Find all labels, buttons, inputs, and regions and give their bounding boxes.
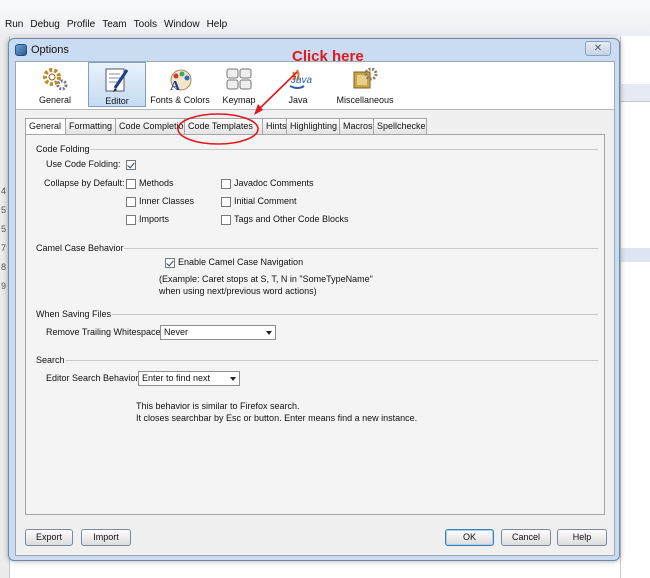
menu-help[interactable]: Help [206,19,229,30]
camel-case-example-2: when using next/previous word actions) [159,286,317,296]
dialog-client-area: General Editor A Fonts & Colors Keymap J… [15,61,615,556]
search-description-2: It closes searchbar by Esc or button. En… [136,413,418,423]
initial-comment-checkbox[interactable] [221,197,231,207]
menu-debug[interactable]: Debug [29,19,60,30]
category-label: Keymap [222,95,256,105]
menu-profile[interactable]: Profile [66,19,96,30]
general-gear-icon [41,66,69,92]
category-toolbar: General Editor A Fonts & Colors Keymap J… [16,62,614,110]
general-tab-panel: Code Folding Use Code Folding: Collapse … [25,134,605,515]
java-logo-text: Java [291,75,313,86]
tab-code-templates[interactable]: Code Templates [184,118,263,134]
category-label: Java [288,95,308,105]
category-label: General [38,95,72,105]
trailing-whitespace-value: Never [164,327,189,337]
methods-label: Methods [139,178,174,188]
trailing-whitespace-label: Remove Trailing Whitespace [46,327,161,337]
miscellaneous-icon [351,66,379,92]
menu-run[interactable]: Run [4,19,24,30]
section-divider [112,314,598,315]
tags-code-blocks-checkbox[interactable] [221,215,231,225]
camel-case-checkbox[interactable] [165,258,175,268]
category-fonts-colors[interactable]: A Fonts & Colors [148,62,212,107]
export-button[interactable]: Export [25,529,73,546]
ide-menubar: Run Debug Profile Team Tools Window Help [0,0,650,36]
fonts-colors-icon: A [166,66,194,92]
ide-menu: Run Debug Profile Team Tools Window Help [4,19,228,30]
help-button[interactable]: Help [557,529,607,546]
tab-highlighting[interactable]: Highlighting [286,118,340,134]
tab-formatting[interactable]: Formatting [65,118,116,134]
category-label: Editor [105,96,129,106]
tab-macros[interactable]: Macros [339,118,374,134]
methods-checkbox[interactable] [126,179,136,189]
options-dialog: Options ✕ General Editor A Fonts & Color… [8,38,620,561]
category-label: Fonts & Colors [150,95,210,105]
section-camel-case: Camel Case Behavior [36,243,124,253]
section-search: Search [36,355,65,365]
chevron-down-icon [266,331,272,335]
section-saving-files: When Saving Files [36,309,112,319]
keymap-icon [225,66,253,92]
search-behavior-label: Editor Search Behavior [46,373,139,383]
menu-tools[interactable]: Tools [133,19,158,30]
cancel-button[interactable]: Cancel [501,529,551,546]
tab-spellchecker[interactable]: Spellchecker [373,118,427,134]
use-code-folding-checkbox[interactable] [126,160,136,170]
category-label: Miscellaneous [336,95,394,105]
section-divider [124,248,598,249]
use-code-folding-label: Use Code Folding: [46,159,121,169]
category-editor[interactable]: Editor [88,62,146,107]
search-behavior-value: Enter to find next [142,373,211,383]
close-button[interactable]: ✕ [585,41,611,56]
editor-tabs: General Formatting Code Completion Code … [25,118,427,135]
category-miscellaneous[interactable]: Miscellaneous [334,62,396,107]
dialog-title: Options [31,44,69,56]
menu-window[interactable]: Window [163,19,201,30]
camel-case-example: (Example: Caret stops at S, T, N in "Som… [159,274,373,284]
panel-header [621,84,650,102]
tab-hints[interactable]: Hints [262,118,287,134]
click-here-annotation: Click here [292,48,364,65]
javadoc-comments-label: Javadoc Comments [234,178,314,188]
section-divider [66,360,598,361]
section-code-folding: Code Folding [36,144,90,154]
trailing-whitespace-select[interactable]: Never [160,325,276,340]
section-divider [90,149,598,150]
chevron-down-icon [230,377,236,381]
menu-team[interactable]: Team [101,19,127,30]
imports-checkbox[interactable] [126,215,136,225]
category-keymap[interactable]: Keymap [214,62,264,107]
netbeans-app-icon [15,44,27,56]
category-general[interactable]: General [24,62,86,107]
ok-button[interactable]: OK [445,529,494,546]
inner-classes-label: Inner Classes [139,196,195,206]
tab-general[interactable]: General [25,118,66,135]
import-button[interactable]: Import [81,529,131,546]
search-behavior-select[interactable]: Enter to find next [138,371,240,386]
javadoc-comments-checkbox[interactable] [221,179,231,189]
editor-icon [103,67,131,93]
ide-side-panel [620,36,650,578]
initial-comment-label: Initial Comment [234,196,297,206]
tags-code-blocks-label: Tags and Other Code Blocks [234,214,349,224]
collapse-by-default-label: Collapse by Default: [44,178,125,188]
inner-classes-checkbox[interactable] [126,197,136,207]
search-description: This behavior is similar to Firefox sear… [136,401,300,411]
tab-code-completion[interactable]: Code Completion [115,118,185,134]
highlighted-row [621,248,650,262]
imports-label: Imports [139,214,170,224]
camel-case-label: Enable Camel Case Navigation [178,257,304,267]
svg-text:A: A [170,79,181,92]
